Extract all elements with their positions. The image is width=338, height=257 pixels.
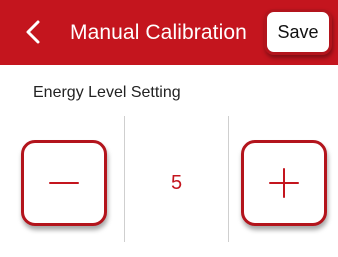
chevron-left-icon: [26, 20, 40, 44]
divider-right: [228, 116, 229, 242]
manual-calibration-screen: Manual Calibration Save Energy Level Set…: [0, 0, 338, 257]
save-button[interactable]: Save: [264, 9, 332, 55]
energy-level-value: 5: [170, 172, 183, 194]
energy-level-label: Energy Level Setting: [33, 84, 181, 101]
plus-icon: [269, 168, 299, 198]
header-bar: Manual Calibration Save: [0, 0, 338, 65]
minus-icon: [49, 182, 79, 184]
back-button[interactable]: [14, 12, 54, 52]
increase-button[interactable]: [241, 140, 327, 226]
page-title: Manual Calibration: [70, 21, 247, 44]
decrease-button[interactable]: [21, 140, 107, 226]
